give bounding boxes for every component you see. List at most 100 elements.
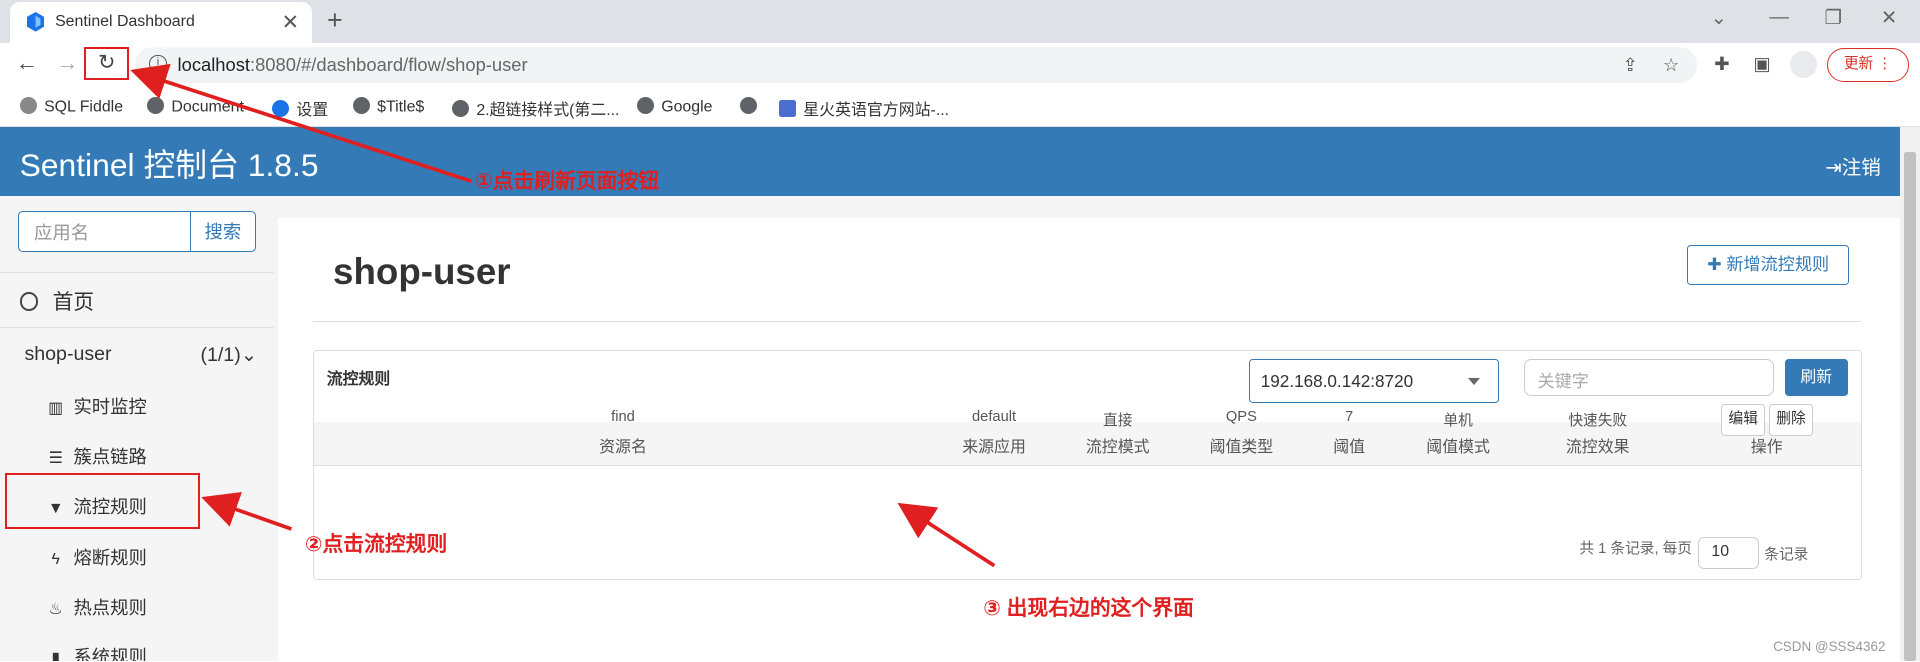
xinghuo-icon [778, 100, 796, 118]
sql-fiddle-icon [19, 96, 37, 114]
update-button[interactable]: 更新 ⋮ [1826, 47, 1909, 83]
machine-select[interactable]: 192.168.0.142:8720 [1248, 358, 1499, 403]
col-grade: 阈值类型 [1209, 439, 1274, 457]
keyword-input[interactable]: 关键字 [1524, 358, 1775, 397]
col-count: 阈值 [1333, 439, 1366, 457]
table-header: 资源名 来源应用 流控模式 阈值类型 阈值 阈值模式 流控效果 操作 [314, 422, 1861, 467]
sidebar-item-degrade-rules[interactable]: ϟ 熔断规则 [47, 544, 146, 570]
list-icon: ☰ [48, 450, 63, 468]
browser-tab[interactable]: Sentinel Dashboard ✕ [9, 2, 313, 43]
bolt-icon: ϟ [51, 550, 60, 568]
page-size-input[interactable]: 10 [1698, 537, 1760, 570]
side-panel-icon[interactable]: ▣ [1753, 53, 1770, 75]
minimize-icon[interactable]: — [1769, 6, 1789, 29]
edit-button[interactable]: 编辑 [1721, 403, 1765, 436]
col-origin: 来源应用 [962, 439, 1026, 457]
add-flow-rule-button[interactable]: ✚ 新增流控规则 [1687, 244, 1849, 286]
bookmark-star-icon[interactable]: ☆ [1663, 54, 1679, 76]
cell-effect: 快速失败 [1568, 412, 1628, 429]
col-mode: 流控模式 [1085, 439, 1150, 457]
address-bar[interactable]: i localhost:8080/#/dashboard/flow/shop-u… [134, 46, 1698, 84]
profile-avatar[interactable] [1790, 51, 1818, 79]
share-icon[interactable]: ⇪ [1622, 54, 1637, 76]
sidebar-item-cluster-links[interactable]: ☰ 簇点链路 [47, 443, 147, 469]
logout-icon: ⇥ [1825, 156, 1842, 179]
watermark: CSDN @SSS4362 [1773, 639, 1886, 655]
bookmark-unnamed[interactable] [739, 96, 764, 117]
page-title: shop-user [333, 250, 511, 292]
sidebar-item-system-rules[interactable]: ▮ 系统规则 [47, 643, 147, 661]
annotation-3: ③ 出现右边的这个界面 [983, 597, 1194, 621]
globe-icon [352, 96, 370, 114]
col-actions: 操作 [1750, 439, 1783, 457]
flow-rules-highlight-box [4, 472, 200, 529]
bar-chart-icon: ▥ [48, 400, 64, 418]
globe-icon [146, 96, 165, 114]
lock-icon: ▮ [51, 649, 61, 662]
bookmark-google[interactable]: Google [636, 96, 713, 117]
tab-title: Sentinel Dashboard [55, 13, 195, 31]
app-search-input[interactable]: 应用名 [18, 210, 190, 253]
bookmark-settings[interactable]: 设置 [271, 97, 328, 120]
annotation-1: ①点击刷新页面按钮 [475, 170, 660, 194]
app-header: Sentinel 控制台 1.8.5 ⇥注销 [0, 127, 1901, 196]
cell-resource: find [611, 408, 635, 425]
col-cluster: 阈值模式 [1426, 439, 1490, 457]
caret-down-icon [1468, 377, 1481, 385]
sidebar-item-realtime-monitor[interactable]: ▥ 实时监控 [47, 393, 147, 419]
browser-toolbar: ← → ↻ i localhost:8080/#/dashboard/flow/… [0, 42, 1920, 89]
scrollbar-thumb[interactable] [1904, 151, 1917, 662]
tab-search-icon[interactable]: ⌄ [1711, 6, 1727, 30]
extensions-icon[interactable]: ✚ [1714, 53, 1729, 75]
pager-text: 共 1 条记录, 每页 [1579, 541, 1692, 558]
bookmark-hyperlink-style[interactable]: 2.超链接样式(第二... [451, 97, 619, 120]
plus-icon: ✚ [1707, 253, 1727, 274]
title-divider [313, 320, 1862, 322]
col-effect: 流控效果 [1565, 439, 1630, 457]
forward-icon[interactable]: → [56, 50, 78, 76]
sidebar-divider [0, 271, 275, 274]
restore-icon[interactable]: ❐ [1825, 6, 1843, 30]
sidebar: 应用名 搜索 首页 shop-user (1/1)⌄ ▥ 实时监控 ☰ 簇点链路 ▼… [0, 195, 275, 661]
url-text: localhost:8080/#/dashboard/flow/shop-use… [177, 53, 528, 75]
cell-origin: default [971, 408, 1017, 425]
pager-tail: 条记录 [1764, 547, 1809, 564]
site-info-icon[interactable]: i [149, 55, 167, 73]
window-close-icon[interactable]: ✕ [1881, 6, 1897, 30]
globe-icon [451, 100, 469, 118]
bookmark-title[interactable]: $Title$ [352, 96, 424, 117]
sidebar-app-shop-user[interactable]: shop-user (1/1)⌄ [24, 343, 257, 366]
sidebar-item-hotspot-rules[interactable]: ♨ 热点规则 [47, 594, 147, 620]
col-resource: 资源名 [599, 439, 647, 457]
annotation-2: ②点击流控规则 [304, 532, 448, 556]
app-search-button[interactable]: 搜索 [189, 210, 256, 253]
gear-icon [271, 100, 289, 118]
back-icon[interactable]: ← [16, 50, 38, 76]
logout-link[interactable]: ⇥注销 [1825, 151, 1881, 180]
tab-close-icon[interactable]: ✕ [282, 10, 299, 35]
globe-icon [739, 96, 757, 114]
dashboard-icon [19, 292, 38, 311]
sidebar-item-home[interactable]: 首页 [19, 285, 94, 315]
cell-grade: QPS [1225, 408, 1257, 425]
globe-icon [636, 96, 654, 114]
delete-button[interactable]: 删除 [1769, 403, 1813, 436]
bookmark-document[interactable]: Document [146, 96, 244, 117]
refresh-button[interactable]: 刷新 [1785, 358, 1848, 397]
fire-icon: ♨ [48, 600, 63, 618]
sidebar-divider [0, 326, 275, 329]
new-tab-icon[interactable]: + [327, 5, 343, 36]
browser-tab-bar: Sentinel Dashboard ✕ + ⌄ — ❐ ✕ [0, 0, 1920, 43]
panel-title: 流控规则 [326, 370, 391, 388]
app-brand[interactable]: Sentinel 控制台 1.8.5 [20, 140, 319, 186]
cell-cluster: 单机 [1443, 412, 1473, 429]
cell-mode: 直接 [1103, 412, 1133, 429]
sentinel-favicon-icon [26, 12, 45, 32]
flow-rules-panel: 流控规则 192.168.0.142:8720 关键字 刷新 资源名 来源应用 … [313, 350, 1863, 581]
bookmark-sql-fiddle[interactable]: SQL Fiddle [19, 96, 123, 117]
reload-highlight-box [84, 46, 129, 80]
chevron-down-icon: ⌄ [240, 343, 258, 366]
bookmark-xinghuo[interactable]: 星火英语官方网站-... [778, 97, 949, 120]
cell-count: 7 [1345, 408, 1354, 425]
bookmarks-bar: SQL Fiddle Document 设置 $Title$ 2.超链接样式(第… [0, 88, 1920, 128]
